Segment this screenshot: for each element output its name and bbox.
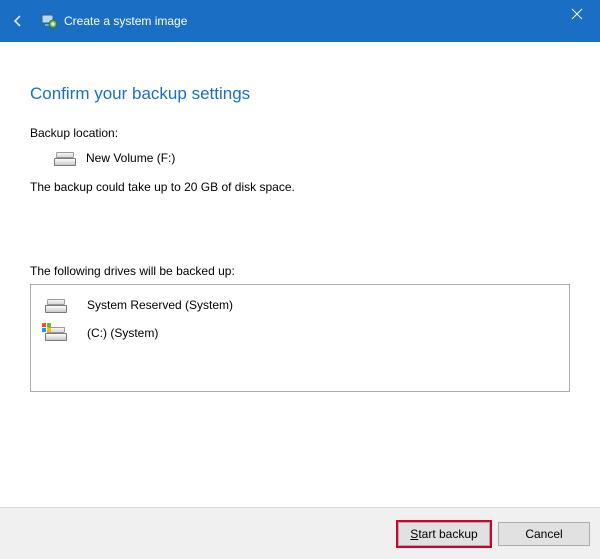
drive-icon [45,325,67,341]
window-title: Create a system image [64,14,187,28]
drive-icon [45,297,67,313]
drive-name: System Reserved (System) [87,298,233,312]
windows-badge-icon [42,323,52,333]
drive-list: System Reserved (System) (C:) (System) [30,284,570,392]
close-button[interactable] [554,0,600,30]
titlebar: Create a system image [0,0,600,42]
start-backup-button[interactable]: Start backup [398,522,490,546]
back-button[interactable] [10,13,36,29]
cancel-button[interactable]: Cancel [498,522,590,546]
list-item: System Reserved (System) [31,291,569,319]
backup-location-value: New Volume (F:) [86,151,175,165]
page-heading: Confirm your backup settings [30,84,570,104]
backup-location-label: Backup location: [30,126,570,140]
backup-location-row: New Volume (F:) [54,150,570,166]
drive-icon [54,150,76,166]
size-hint: The backup could take up to 20 GB of dis… [30,180,570,194]
wizard-content: Confirm your backup settings Backup loca… [0,42,600,392]
drive-name: (C:) (System) [87,326,158,340]
wizard-footer: Start backup Cancel [0,507,600,559]
list-item: (C:) (System) [31,319,569,347]
system-image-icon [40,12,58,30]
drive-list-label: The following drives will be backed up: [30,264,570,278]
